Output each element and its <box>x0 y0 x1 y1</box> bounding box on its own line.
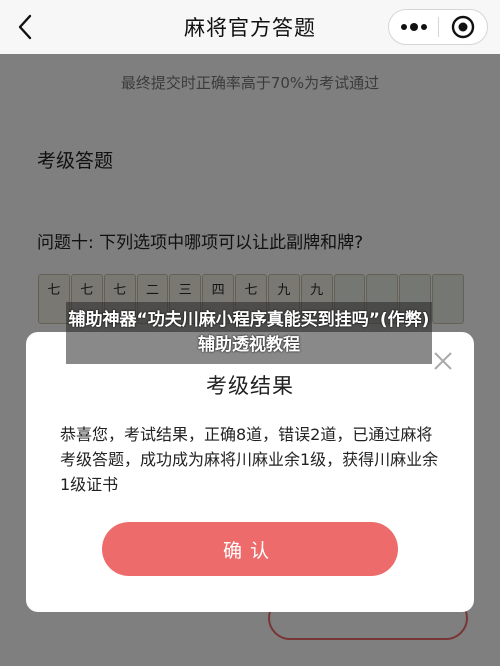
modal-message: 恭喜您，考试结果，正确8道，错误2道，已通过麻将考级答题，成功成为麻将川麻业余1… <box>60 425 439 494</box>
back-button[interactable] <box>10 10 40 44</box>
more-dots-icon <box>400 23 427 31</box>
exit-button[interactable] <box>439 10 487 44</box>
modal-title: 考级结果 <box>206 374 294 398</box>
nav-bar: 麻将官方答题 <box>0 0 500 54</box>
close-icon <box>434 352 452 370</box>
confirm-button[interactable]: 确认 <box>102 522 398 576</box>
article-caption: 辅助神器“功夫川麻小程序真能买到挂吗”(作弊)辅助透视教程 <box>66 302 432 364</box>
more-button[interactable] <box>389 10 438 44</box>
chevron-left-icon <box>18 14 32 40</box>
modal-close-button[interactable] <box>432 350 454 372</box>
mini-program-capsule <box>388 9 488 45</box>
target-circle-icon <box>451 15 475 39</box>
result-modal: 考级结果 恭喜您，考试结果，正确8道，错误2道，已通过麻将考级答题，成功成为麻将… <box>26 332 474 612</box>
page-title: 麻将官方答题 <box>184 16 316 40</box>
